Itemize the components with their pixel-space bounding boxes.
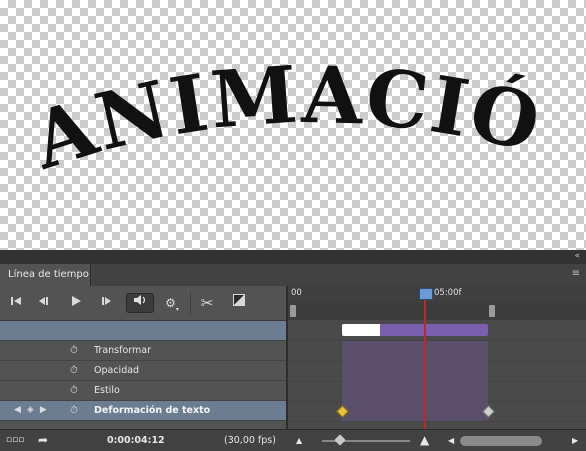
- layer-property-row[interactable]: ⏱ Opacidad: [0, 361, 286, 381]
- track-span: [342, 381, 488, 401]
- current-time: 0:00:04:12: [107, 435, 165, 446]
- previous-frame-icon: [39, 297, 48, 305]
- zoom-slider-knob[interactable]: [334, 434, 346, 446]
- timeline-panel: « Línea de tiempo ≡ ⚙▾ ✂ ⏱ Transformar ⏱…: [0, 250, 586, 451]
- text-layer-row[interactable]: [0, 321, 286, 341]
- audio-icon: [134, 295, 146, 305]
- layer-bar-highlight: [342, 324, 380, 336]
- frame-rate: (30,00 fps): [224, 435, 276, 446]
- panel-top-strip: «: [0, 250, 586, 264]
- property-label: Deformación de texto: [94, 405, 211, 416]
- scroll-left-icon[interactable]: ◀: [448, 430, 454, 451]
- transition-button[interactable]: [230, 294, 248, 312]
- layer-duration-bar[interactable]: [342, 324, 488, 336]
- ruler-playhead-label: 05:00f: [434, 288, 462, 298]
- animacion-text: ANIMACIÓN: [0, 60, 550, 188]
- tab-timeline[interactable]: Línea de tiempo: [0, 264, 91, 286]
- work-area-bar[interactable]: [288, 302, 586, 320]
- layer-property-row[interactable]: ⏱ Transformar: [0, 341, 286, 361]
- document-canvas: ANIMACIÓN: [0, 0, 586, 250]
- playhead-handle[interactable]: [419, 288, 433, 300]
- track-span: [342, 341, 488, 361]
- convert-frames-icon[interactable]: ▫▫▫: [6, 430, 24, 451]
- zoom-out-icon[interactable]: ▲: [296, 430, 302, 451]
- property-label: Opacidad: [94, 365, 140, 376]
- first-frame-icon: [11, 297, 21, 305]
- track-span: [342, 401, 488, 421]
- previous-frame-button[interactable]: [36, 294, 52, 312]
- scissors-icon: ✂: [200, 294, 214, 312]
- property-label: Transformar: [94, 345, 151, 356]
- previous-keyframe-icon[interactable]: ◀: [14, 405, 27, 415]
- layer-property-row-selected[interactable]: ◀◈▶ ⏱ Deformación de texto: [0, 401, 286, 421]
- work-area-end-handle[interactable]: [489, 305, 495, 317]
- play-button[interactable]: [68, 294, 84, 312]
- settings-button[interactable]: ⚙▾: [162, 294, 182, 313]
- stopwatch-icon[interactable]: ⏱: [70, 401, 78, 420]
- horizontal-scrollbar-thumb[interactable]: [460, 436, 542, 446]
- gear-icon: ⚙: [165, 296, 176, 310]
- render-video-icon[interactable]: ➦: [38, 430, 48, 451]
- property-track[interactable]: [288, 341, 586, 362]
- add-keyframe-icon[interactable]: ◈: [27, 405, 40, 415]
- playhead-line: [424, 294, 426, 429]
- property-label: Estilo: [94, 385, 120, 396]
- next-keyframe-icon[interactable]: ▶: [40, 405, 53, 415]
- keyframe-navigator[interactable]: ◀◈▶: [14, 401, 53, 420]
- ruler-start-label: 00: [291, 288, 302, 298]
- transition-icon: [233, 294, 245, 306]
- property-track-selected[interactable]: [288, 401, 586, 422]
- timeline-tracks: 00 05:00f: [288, 286, 586, 429]
- time-ruler[interactable]: 00 05:00f: [288, 286, 586, 302]
- collapse-panel-icon[interactable]: «: [574, 251, 580, 261]
- timeline-status-bar: ▫▫▫ ➦ 0:00:04:12 (30,00 fps) ▲ ▲ ◀ ▶: [0, 429, 586, 451]
- layer-property-row[interactable]: ⏱ Estilo: [0, 381, 286, 401]
- stopwatch-icon[interactable]: ⏱: [70, 381, 78, 400]
- play-icon: [72, 296, 81, 306]
- transport-controls: ⚙▾ ✂: [0, 286, 286, 321]
- stopwatch-icon[interactable]: ⏱: [70, 361, 78, 380]
- layer-track[interactable]: [288, 320, 586, 341]
- split-button[interactable]: ✂: [196, 294, 218, 312]
- first-frame-button[interactable]: [8, 294, 24, 312]
- scroll-right-icon[interactable]: ▶: [572, 430, 578, 451]
- track-span: [342, 361, 488, 381]
- audio-button[interactable]: [126, 293, 154, 313]
- stopwatch-icon[interactable]: ⏱: [70, 341, 78, 360]
- panel-tabbar: Línea de tiempo ≡: [0, 264, 586, 286]
- next-frame-button[interactable]: [98, 294, 114, 312]
- controls-separator: [190, 292, 191, 314]
- warped-text-graphic: ANIMACIÓN: [0, 60, 550, 188]
- work-area-start-handle[interactable]: [290, 305, 296, 317]
- panel-menu-icon[interactable]: ≡: [572, 268, 580, 279]
- zoom-in-icon[interactable]: ▲: [420, 430, 429, 451]
- next-frame-icon: [102, 297, 111, 305]
- property-track[interactable]: [288, 361, 586, 382]
- property-track[interactable]: [288, 381, 586, 402]
